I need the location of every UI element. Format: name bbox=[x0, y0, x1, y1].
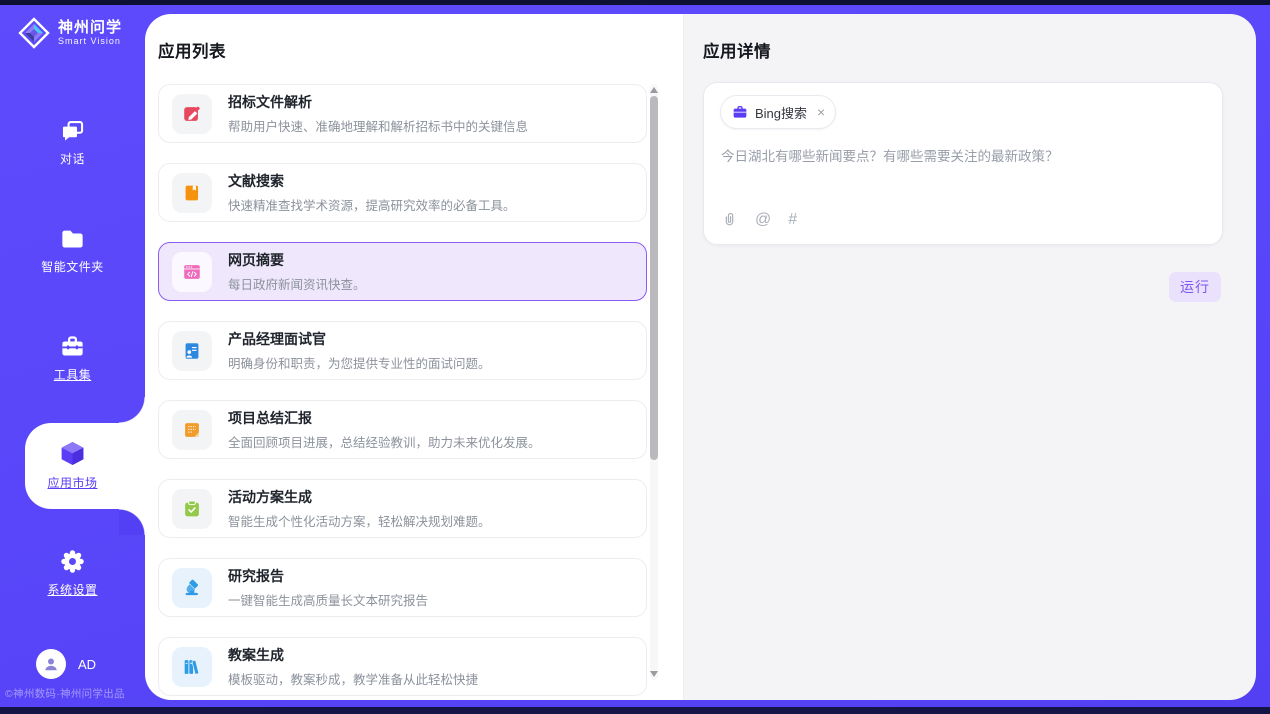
app-card-description: 智能生成个性化活动方案，轻松解决规划难题。 bbox=[228, 511, 491, 530]
app-card-title: 产品经理面试官 bbox=[228, 329, 491, 349]
book-icon bbox=[172, 173, 212, 213]
sidebar-item-smart-folder[interactable]: 智能文件夹 bbox=[0, 225, 145, 275]
input-toolbar: @ # bbox=[721, 211, 797, 228]
brand-title: 神州问学 bbox=[58, 19, 122, 36]
gear-icon bbox=[59, 548, 86, 575]
bottom-edge-bar bbox=[0, 707, 1270, 714]
folder-icon bbox=[59, 225, 86, 252]
brand: 神州问学 Smart Vision bbox=[18, 17, 122, 49]
avatar-person-icon bbox=[41, 654, 61, 674]
edit-doc-icon bbox=[172, 94, 212, 134]
app-card-title: 活动方案生成 bbox=[228, 487, 491, 507]
sidebar-item-settings[interactable]: 系统设置 bbox=[0, 548, 145, 598]
app-detail-title: 应用详情 bbox=[703, 38, 771, 62]
attachment-icon[interactable] bbox=[721, 211, 738, 228]
app-card-description: 明确身份和职责，为您提供专业性的面试问题。 bbox=[228, 353, 491, 372]
run-button[interactable]: 运行 bbox=[1169, 272, 1221, 302]
app-card-5[interactable]: 项目总结汇报 全面回顾项目进展，总结经验教训，助力未来优化发展。 bbox=[158, 400, 647, 459]
app-card-4[interactable]: 产品经理面试官 明确身份和职责，为您提供专业性的面试问题。 bbox=[158, 321, 647, 380]
scroll-down-arrow-icon[interactable] bbox=[650, 671, 658, 677]
app-list-title: 应用列表 bbox=[158, 38, 226, 62]
avatar bbox=[36, 649, 66, 679]
brand-subtitle: Smart Vision bbox=[58, 36, 122, 47]
sidebar-item-label: 系统设置 bbox=[47, 581, 97, 598]
hash-icon[interactable]: # bbox=[788, 212, 797, 228]
app-card-title: 项目总结汇报 bbox=[228, 408, 541, 428]
top-edge-bar bbox=[0, 0, 1270, 5]
chat-icon bbox=[59, 117, 86, 144]
sidebar: 神州问学 Smart Vision 对话 智能文件夹 bbox=[0, 5, 145, 707]
content-area: 应用列表 招标文件解析 帮助用户快速、准确地理解和解析招标书中的关键信息 文献搜… bbox=[145, 14, 1256, 700]
sidebar-item-label: 智能文件夹 bbox=[41, 258, 104, 275]
tool-chip-label: Bing搜索 bbox=[755, 103, 807, 122]
web-code-icon bbox=[172, 252, 212, 292]
app-card-description: 帮助用户快速、准确地理解和解析招标书中的关键信息 bbox=[228, 116, 528, 135]
app-card-description: 每日政府新闻资讯快查。 bbox=[228, 274, 366, 293]
scroll-up-arrow-icon[interactable] bbox=[650, 87, 658, 93]
sidebar-item-label: 对话 bbox=[60, 150, 85, 167]
app-card-8[interactable]: 教案生成 模板驱动，教案秒成，教学准备从此轻松快捷 bbox=[158, 637, 647, 696]
app-card-7[interactable]: 研究报告 一键智能生成高质量长文本研究报告 bbox=[158, 558, 647, 617]
app-card-1[interactable]: 招标文件解析 帮助用户快速、准确地理解和解析招标书中的关键信息 bbox=[158, 84, 647, 143]
sidebar-item-chat[interactable]: 对话 bbox=[0, 117, 145, 167]
app-card-title: 文献搜索 bbox=[228, 171, 516, 191]
sidebar-item-label: 工具集 bbox=[54, 366, 92, 383]
app-detail-panel: 应用详情 Bing搜索 × 今日湖北有哪些新闻要点？有哪些需要关注的最新政策？ bbox=[683, 14, 1256, 700]
app-card-description: 快速精准查找学术资源，提高研究效率的必备工具。 bbox=[228, 195, 516, 214]
app-card-description: 全面回顾项目进展，总结经验教训，助力未来优化发展。 bbox=[228, 432, 541, 451]
interview-doc-icon bbox=[172, 331, 212, 371]
sidebar-item-toolset[interactable]: 工具集 bbox=[0, 333, 145, 383]
microscope-icon bbox=[172, 568, 212, 608]
app-card-6[interactable]: 活动方案生成 智能生成个性化活动方案，轻松解决规划难题。 bbox=[158, 479, 647, 538]
mention-icon[interactable]: @ bbox=[755, 212, 771, 228]
app-card-2[interactable]: 文献搜索 快速精准查找学术资源，提高研究效率的必备工具。 bbox=[158, 163, 647, 222]
app-window: 神州问学 Smart Vision 对话 智能文件夹 bbox=[0, 0, 1270, 714]
copyright-text: ©神州数码·神州问学出品 bbox=[5, 686, 145, 701]
cube-icon bbox=[58, 439, 87, 468]
app-list-panel: 应用列表 招标文件解析 帮助用户快速、准确地理解和解析招标书中的关键信息 文献搜… bbox=[145, 14, 683, 700]
user-account[interactable]: AD bbox=[36, 649, 96, 679]
briefcase-icon bbox=[732, 104, 748, 120]
toolbox-icon bbox=[59, 333, 86, 360]
books-icon bbox=[172, 647, 212, 687]
app-card-title: 网页摘要 bbox=[228, 250, 366, 270]
app-card-3[interactable]: 网页摘要 每日政府新闻资讯快查。 bbox=[158, 242, 647, 301]
note-icon bbox=[172, 410, 212, 450]
app-list: 招标文件解析 帮助用户快速、准确地理解和解析招标书中的关键信息 文献搜索 快速精… bbox=[158, 84, 647, 700]
app-card-title: 招标文件解析 bbox=[228, 92, 528, 112]
chip-close-icon[interactable]: × bbox=[817, 105, 825, 119]
clipboard-check-icon bbox=[172, 489, 212, 529]
scrollbar-thumb[interactable] bbox=[650, 96, 658, 460]
query-text-input[interactable]: 今日湖北有哪些新闻要点？有哪些需要关注的最新政策？ bbox=[721, 147, 1206, 168]
brand-logo-icon bbox=[18, 17, 50, 49]
user-name: AD bbox=[78, 657, 96, 672]
tool-chip-bing-search[interactable]: Bing搜索 × bbox=[720, 95, 836, 129]
sidebar-item-app-market[interactable]: 应用市场 bbox=[0, 439, 145, 491]
sidebar-item-label: 应用市场 bbox=[47, 474, 97, 491]
app-card-title: 教案生成 bbox=[228, 645, 478, 665]
app-card-description: 模板驱动，教案秒成，教学准备从此轻松快捷 bbox=[228, 669, 478, 688]
list-scrollbar[interactable] bbox=[650, 84, 658, 680]
app-card-description: 一键智能生成高质量长文本研究报告 bbox=[228, 590, 428, 609]
prompt-input-card: Bing搜索 × 今日湖北有哪些新闻要点？有哪些需要关注的最新政策？ @ # bbox=[703, 82, 1223, 245]
app-card-title: 研究报告 bbox=[228, 566, 428, 586]
